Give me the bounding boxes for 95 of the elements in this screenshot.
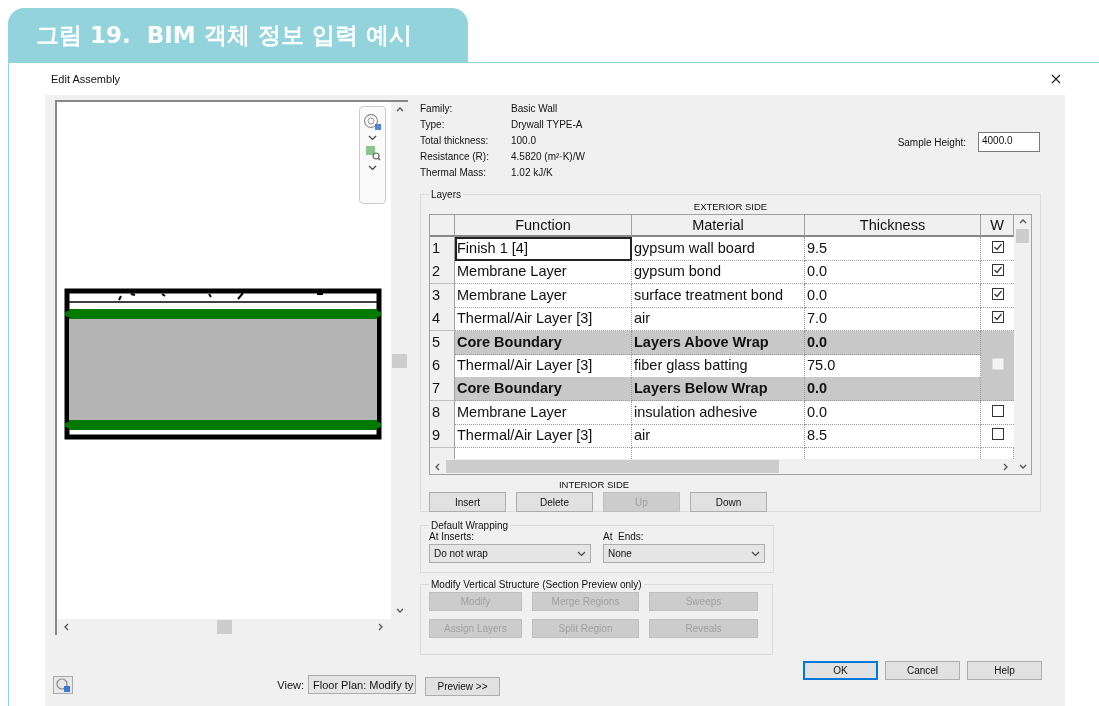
table-cell[interactable]: Membrane Layer [455, 260, 632, 285]
wrap-checkbox[interactable] [991, 241, 1004, 253]
scroll-left-icon[interactable] [63, 623, 71, 631]
scroll-up-icon[interactable] [395, 106, 404, 114]
property-value: 4.5820 (m²·K)/W [511, 150, 585, 162]
preview-button[interactable]: Preview >> [425, 677, 500, 696]
horizontal-scrollbar[interactable] [430, 459, 1014, 474]
sample-height-label: Sample Height: [897, 136, 966, 148]
scroll-right-icon[interactable] [377, 623, 385, 631]
scroll-right-icon[interactable] [1002, 462, 1010, 471]
wrap-checkbox[interactable] [991, 311, 1004, 324]
table-cell[interactable]: Core Boundary [455, 330, 632, 355]
view-label: View: [277, 678, 304, 691]
scrollbar-thumb[interactable] [392, 353, 407, 368]
wheel-2d-icon [56, 677, 70, 692]
wrap-checkbox[interactable] [991, 404, 1004, 417]
layer-button[interactable]: Insert [429, 492, 506, 512]
view-dropdown[interactable]: Floor Plan: Modify ty [308, 675, 416, 694]
row-number: 6 [430, 353, 455, 378]
table-cell[interactable]: gypsum bond [632, 260, 805, 285]
close-icon[interactable] [1051, 74, 1061, 84]
figure-caption: 그림 19. BIM 객체 정보 입력 예시 [36, 20, 412, 50]
interior-side-label: INTERIOR SIDE [558, 479, 630, 490]
table-cell[interactable]: insulation adhesive [632, 400, 805, 425]
table-cell[interactable]: 0.0 [805, 283, 981, 308]
row-number: 7 [430, 377, 455, 402]
property-value: Basic Wall [511, 102, 559, 114]
dialog-button[interactable]: Help [967, 661, 1042, 680]
scrollbar-thumb[interactable] [446, 460, 779, 473]
group-label: Modify Vertical Structure (Section Preview only) [430, 579, 643, 590]
scroll-up-icon[interactable] [1018, 218, 1027, 226]
scrollbar-thumb[interactable] [217, 620, 232, 634]
column-header: Function [455, 215, 632, 237]
scroll-down-icon[interactable] [395, 607, 404, 615]
dialog-title: Edit Assembly [51, 73, 121, 85]
table-cell[interactable]: 0.0 [805, 330, 981, 355]
table-cell[interactable]: Membrane Layer [455, 283, 632, 308]
property-label: Total thickness: [420, 134, 490, 146]
row-number: 5 [430, 330, 455, 355]
table-cell[interactable]: Core Boundary [455, 377, 632, 402]
wrap-dropdown[interactable]: None [603, 544, 765, 563]
dropdown-caret-icon [368, 165, 377, 171]
zoom-icon[interactable] [364, 145, 381, 161]
table-cell[interactable]: air [632, 424, 805, 449]
property-value: Drywall TYPE-A [511, 118, 584, 130]
group-label: Default Wrapping [431, 520, 510, 531]
property-label: Resistance (R): [420, 150, 490, 162]
property-value: 100.0 [511, 134, 538, 146]
group-label: Layers [430, 189, 462, 200]
row-number: 4 [430, 307, 455, 332]
column-header: Thickness [805, 215, 981, 237]
table-cell[interactable]: Layers Above Wrap [632, 330, 805, 355]
row-number: 9 [430, 424, 455, 449]
wrap-checkbox[interactable] [991, 287, 1004, 300]
caret-icon [751, 550, 760, 557]
wrap-checkbox[interactable] [991, 264, 1004, 277]
sample-height-field[interactable]: 4000.0 [978, 132, 1040, 152]
layer-button[interactable]: Delete [516, 492, 593, 512]
dialog-button[interactable]: OK [803, 661, 878, 680]
row-number: 3 [430, 283, 455, 308]
scrollbar-thumb[interactable] [1016, 229, 1029, 243]
property-label: Thermal Mass: [420, 166, 488, 178]
property-label: Family: [420, 102, 454, 114]
view-2d-button[interactable] [53, 675, 73, 694]
wrap-checkbox[interactable] [991, 428, 1004, 441]
table-cell[interactable]: Layers Below Wrap [632, 377, 805, 402]
caret-icon [577, 550, 586, 557]
table-cell[interactable]: Membrane Layer [455, 400, 632, 425]
table-cell[interactable]: surface treatment bond [632, 283, 805, 308]
row-number: 2 [430, 260, 455, 285]
table-cell[interactable]: gypsum wall board [632, 237, 805, 261]
table-cell[interactable]: 9.5 [805, 237, 981, 261]
property-value: 1.02 kJ/K [511, 166, 554, 178]
row-number: 8 [430, 400, 455, 425]
scroll-left-icon[interactable] [434, 462, 442, 471]
table-cell[interactable]: Finish 1 [4] [455, 237, 632, 261]
dialog-button[interactable]: Cancel [885, 661, 960, 680]
row-number: 1 [430, 237, 455, 261]
table-cell[interactable]: 0.0 [805, 260, 981, 285]
property-label: Type: [420, 118, 446, 130]
steering-wheel-icon[interactable] [362, 113, 383, 131]
table-cell[interactable]: 8.5 [805, 424, 981, 449]
wrap-dropdown[interactable]: Do not wrap [429, 544, 591, 563]
table-cell[interactable]: 0.0 [805, 377, 981, 402]
vertical-scrollbar[interactable] [1014, 215, 1031, 474]
column-header: W [981, 215, 1014, 237]
table-cell[interactable]: Thermal/Air Layer [3] [455, 424, 632, 449]
dropdown-caret-icon [368, 135, 377, 141]
table-cell[interactable]: 0.0 [805, 400, 981, 425]
exterior-side-label: EXTERIOR SIDE [693, 201, 768, 212]
layer-button[interactable]: Down [690, 492, 767, 512]
column-header: Material [632, 215, 805, 237]
field-label: At Ends: [603, 531, 645, 542]
scroll-down-icon[interactable] [1018, 463, 1027, 471]
field-label: At Inserts: [429, 531, 474, 542]
